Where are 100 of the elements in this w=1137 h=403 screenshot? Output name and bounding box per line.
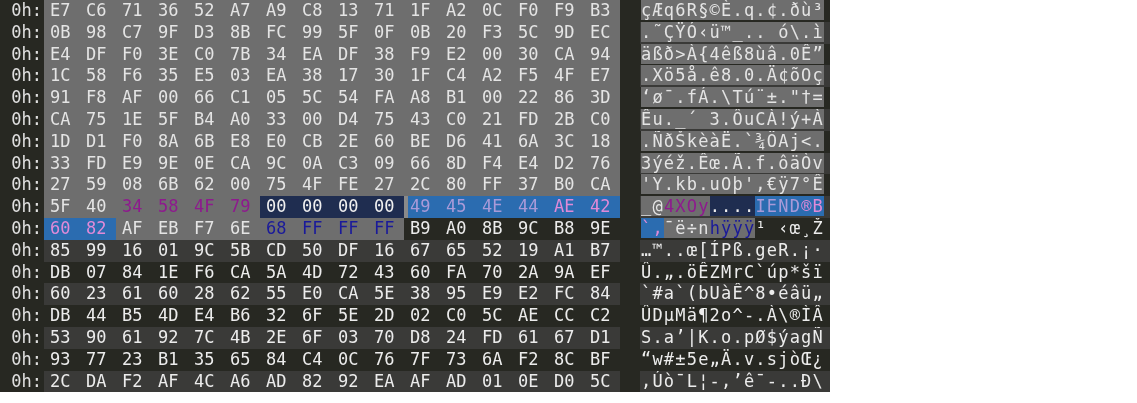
hex-byte: 30 [368, 65, 404, 88]
ascii-text: 4XOy [663, 196, 710, 217]
hex-byte: 5F [152, 109, 188, 131]
hex-byte: F9 [548, 0, 584, 22]
hex-byte: 71 [368, 0, 404, 22]
hex-byte: A7 [224, 0, 260, 22]
hex-byte: 00 [260, 196, 296, 218]
ascii-text: çÆq6R§©È.q.¢.ðù³ [641, 0, 824, 20]
hex-byte: 33 [44, 152, 80, 175]
hex-byte: A9 [260, 0, 296, 22]
hex-byte: 66 [404, 152, 440, 175]
hex-byte: 58 [80, 65, 116, 88]
hex-byte: 43 [404, 109, 440, 131]
hex-byte: A2 [476, 65, 512, 88]
hex-byte: 0C [476, 0, 512, 22]
hex-byte: 20 [440, 21, 476, 44]
hex-byte: C0 [584, 109, 620, 131]
hex-byte: F4 [476, 152, 512, 175]
hex-byte: 03 [224, 65, 260, 88]
ascii-text: 'Y.kb.uOþ',€ÿ7°Ê [641, 174, 824, 195]
hex-byte: 41 [476, 130, 512, 153]
hex-byte: D4 [332, 109, 368, 131]
hex-byte: FC [260, 21, 296, 44]
hex-byte: 75 [368, 109, 404, 131]
hex-byte: AF [116, 217, 152, 240]
hex-byte: 42 [584, 196, 620, 218]
hex-byte: 00 [332, 196, 368, 218]
ascii-text: ÛDµMä¶2o^-.À\®ÌÂ [641, 305, 824, 326]
hex-byte: D6 [440, 130, 476, 153]
hex-byte: 94 [584, 43, 620, 66]
hex-byte: B0 [548, 174, 584, 197]
hex-byte: C3 [332, 152, 368, 175]
hex-byte: 08 [116, 174, 152, 197]
hex-byte: 37 [512, 174, 548, 197]
ascii-text: `, [641, 217, 664, 238]
hex-byte: 98 [80, 21, 116, 44]
hex-byte: E9 [116, 152, 152, 175]
hex-byte: 45 [440, 196, 476, 218]
hex-byte: D2 [548, 152, 584, 175]
hex-byte: F0 [116, 130, 152, 153]
hex-byte: 3D [584, 87, 620, 109]
hex-byte: E7 [44, 0, 80, 22]
hex-byte: 8B [224, 21, 260, 44]
hex-byte: CA [584, 174, 620, 197]
hex-byte: 44 [512, 196, 548, 218]
hex-byte: 36 [152, 0, 188, 22]
hex-byte: EA [260, 65, 296, 88]
hex-byte: EA [296, 43, 332, 66]
hex-byte: F8 [80, 87, 116, 109]
hex-byte: 1F [404, 65, 440, 88]
hex-byte: 00 [152, 87, 188, 109]
hex-byte: 21 [476, 109, 512, 131]
hex-byte: 5C [296, 87, 332, 109]
hex-byte: 8D [440, 152, 476, 175]
hex-byte: E5 [188, 65, 224, 88]
hex-byte: 00 [476, 43, 512, 66]
hex-byte: F0 [512, 0, 548, 22]
hex-byte: EC [584, 21, 620, 44]
hex-byte: 5C [512, 21, 548, 44]
hex-byte: F9 [404, 43, 440, 66]
hex-byte: 2B [548, 109, 584, 131]
hex-byte: 9C [260, 152, 296, 175]
hex-byte: 4F [188, 196, 224, 218]
hex-byte: 4F [296, 174, 332, 197]
hex-byte: 18 [584, 130, 620, 153]
hex-byte: 4E [476, 196, 512, 218]
hex-byte: A0 [224, 109, 260, 131]
hex-byte: CB [296, 130, 332, 153]
hex-byte: C4 [440, 65, 476, 88]
hex-byte: C0 [440, 109, 476, 131]
hex-byte: C7 [116, 21, 152, 44]
ascii-text: ,Úò¯L¦-‚’ê¯-..Ð\ [641, 370, 824, 391]
hex-byte: 71 [116, 0, 152, 22]
hex-byte: 34 [116, 196, 152, 218]
hex-byte: AF [116, 87, 152, 109]
hex-byte: 68 [260, 217, 296, 240]
hex-byte: 75 [80, 109, 116, 131]
hex-byte: 66 [188, 87, 224, 109]
ascii-text: `#a`(bUàÊ^8•éâü„ [641, 283, 824, 304]
ascii-text: .˜ÇŸÓ‹ü™_.. ó\.ì [641, 21, 824, 42]
hex-byte: FF [476, 174, 512, 197]
hex-byte: E0 [260, 130, 296, 153]
hex-byte: 75 [260, 174, 296, 197]
hex-byte: 4F [548, 65, 584, 88]
hex-byte: 59 [80, 174, 116, 197]
hex-byte: B4 [188, 109, 224, 131]
ascii-text: .ÑðŠkèàË.`¾ÖAj<. [641, 130, 824, 151]
hex-byte: 34 [260, 43, 296, 66]
hex-byte: F7 [188, 217, 224, 240]
hex-byte: BE [404, 130, 440, 153]
hex-byte: 6B [152, 174, 188, 197]
hex-byte: D1 [80, 130, 116, 153]
hex-byte: 7B [224, 43, 260, 66]
hex-byte: E8 [224, 130, 260, 153]
hex-byte: 38 [368, 43, 404, 66]
hex-byte: 00 [296, 109, 332, 131]
hex-byte: 00 [368, 196, 404, 218]
hex-byte: CA [44, 109, 80, 131]
hex-byte: 91 [44, 87, 80, 109]
hex-byte: 00 [224, 174, 260, 197]
